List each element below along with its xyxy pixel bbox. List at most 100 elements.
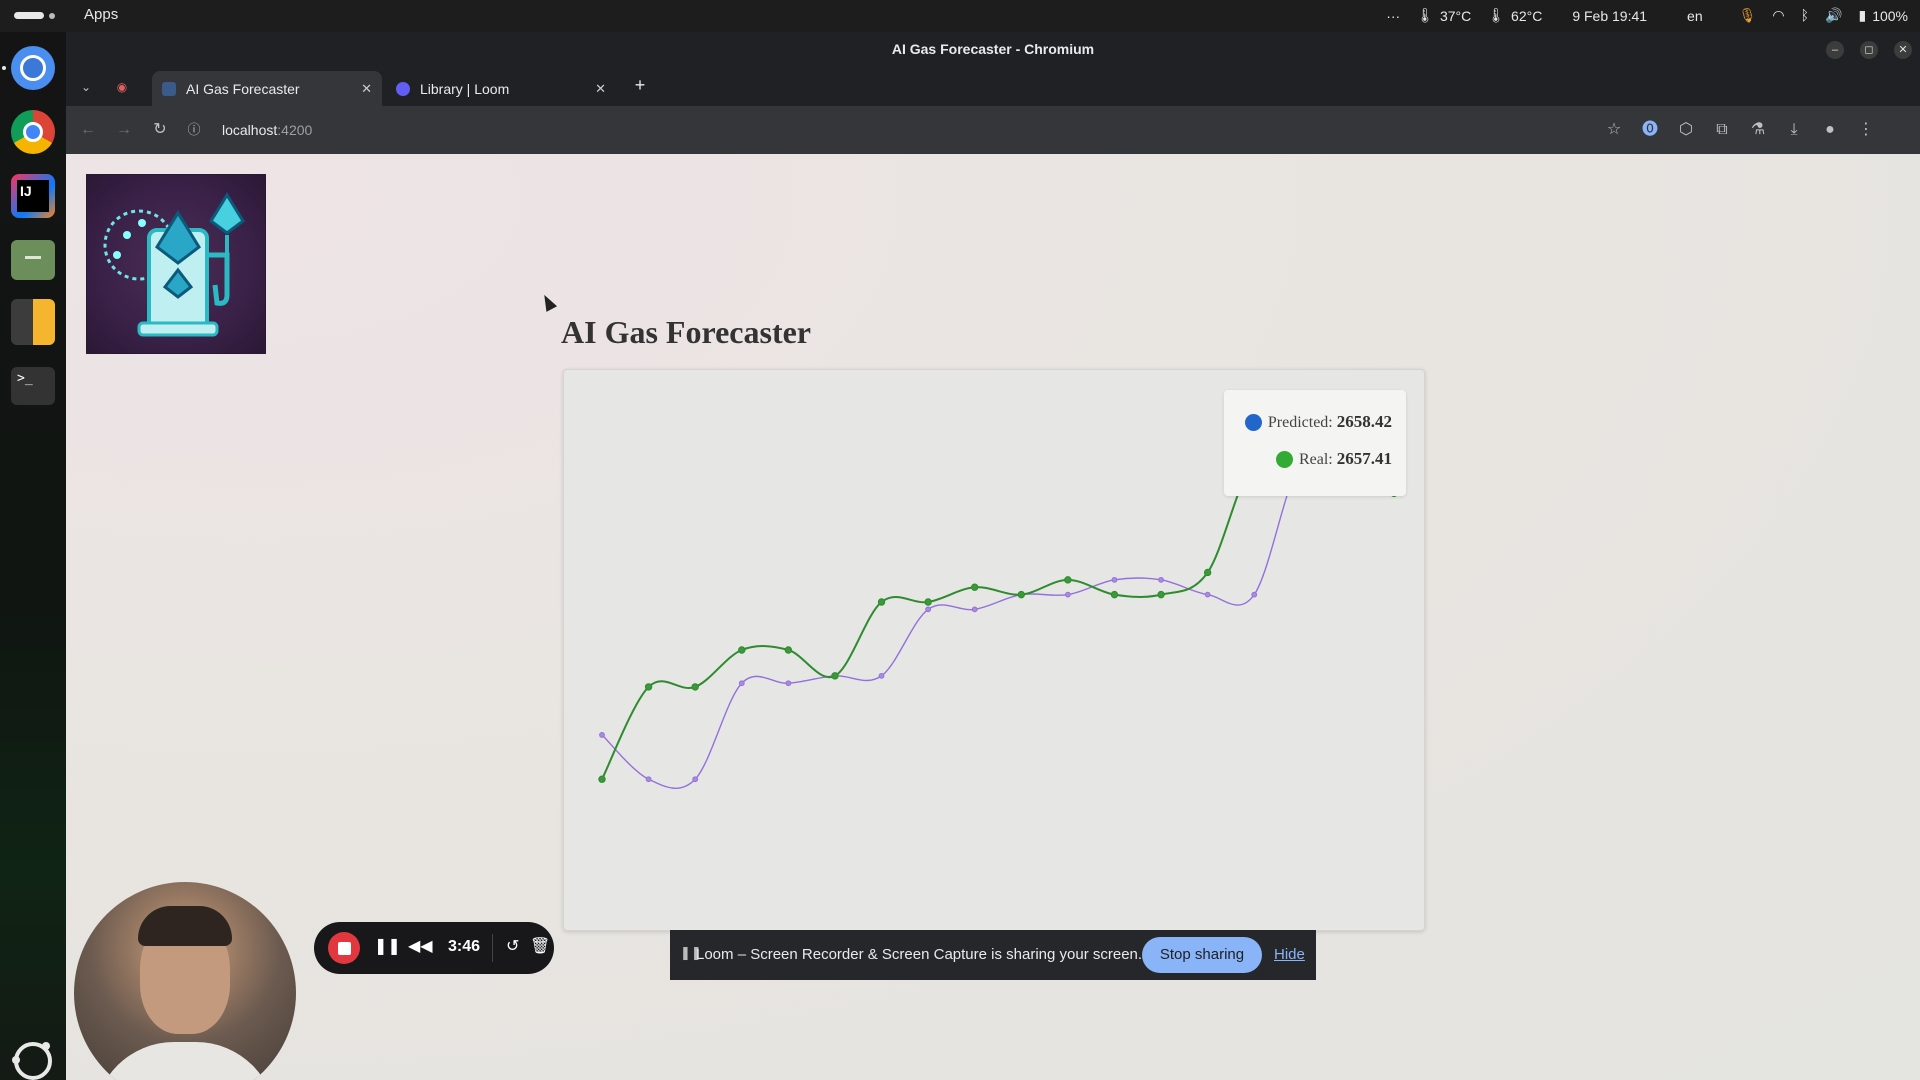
url-host: localhost [222, 122, 278, 138]
predicted-label: Predicted: [1267, 414, 1337, 431]
battery-status[interactable]: ▮ 100% [1858, 8, 1908, 24]
data-point-real-11[interactable] [1110, 590, 1119, 599]
profile-icon[interactable]: ● [1818, 118, 1842, 142]
dock-chrome[interactable] [9, 108, 57, 156]
data-point-predicted-3[interactable] [738, 680, 745, 687]
minimize-icon[interactable]: – [1826, 41, 1844, 59]
data-point-real-8[interactable] [971, 583, 979, 591]
microphone-icon[interactable]: 🎙 [1739, 8, 1757, 24]
system-tray: ··· 🌡 37°C 🌡 62°C 9 Feb 19:41 en 🎙 ◠ ᛒ 🔊 ▮… [1386, 0, 1908, 32]
activities-indicator[interactable] [14, 12, 44, 19]
loom-camera-bubble[interactable] [74, 882, 296, 1080]
forward-icon[interactable]: → [112, 118, 136, 142]
overflow-menu[interactable]: ··· [1386, 8, 1400, 24]
download-icon[interactable]: ⤓ [1782, 118, 1806, 142]
maximize-icon[interactable]: ◻ [1860, 41, 1878, 59]
data-point-real-5[interactable] [831, 672, 839, 680]
rewind-icon[interactable]: ◀◀ [408, 936, 433, 956]
tab-library-loom[interactable]: Library | Loom ✕ [386, 71, 616, 106]
data-point-real-12[interactable] [1157, 590, 1165, 599]
browser-window: AI Gas Forecaster - Chromium – ◻ ✕ ⌄ ◉ A… [66, 32, 1920, 1080]
tab-strip: ⌄ ◉ AI Gas Forecaster ✕ Library | Loom ✕… [66, 67, 1920, 106]
extension-icon[interactable]: ⬡ [1674, 118, 1698, 142]
data-point-predicted-14[interactable] [1251, 591, 1258, 598]
reload-icon[interactable]: ↻ [148, 118, 172, 142]
password-manager-icon[interactable]: ⓿ [1638, 118, 1662, 142]
wifi-icon[interactable]: ◠ [1772, 8, 1784, 24]
gas-pump-logo-icon [103, 192, 245, 337]
camera-person-shirt [94, 1042, 276, 1080]
tab-label: AI Gas Forecaster [186, 80, 300, 97]
app-logo [86, 174, 266, 354]
data-point-real-10[interactable] [1064, 576, 1072, 584]
restart-icon[interactable]: ↺ [506, 936, 519, 956]
labs-flask-icon[interactable]: ⚗ [1746, 118, 1770, 142]
data-point-predicted-0[interactable] [599, 732, 605, 738]
thermometer-icon: 🌡 [1416, 8, 1434, 24]
data-point-predicted-8[interactable] [971, 606, 978, 613]
browser-toolbar: ← → ↻ ⓘ localhost:4200 ☆ ⓿ ⬡ ⧉ ⚗ ⤓ ● ⋮ [66, 106, 1920, 154]
apps-menu[interactable]: Apps [84, 6, 118, 23]
dock-files[interactable] [9, 236, 57, 284]
dock-calculator[interactable] [9, 298, 57, 346]
bluetooth-icon[interactable]: ᛒ [1801, 8, 1809, 24]
terminal-icon: >_ [11, 367, 55, 405]
data-point-real-7[interactable] [924, 598, 932, 606]
volume-icon[interactable]: 🔊 [1825, 8, 1842, 24]
data-point-real-4[interactable] [784, 646, 793, 654]
stop-recording-button[interactable] [328, 932, 360, 964]
loom-recording-controls: ❚❚ ◀◀ 3:46 ↺ 🗑 [314, 922, 554, 974]
data-point-real-0[interactable] [598, 775, 606, 783]
menu-kebab-icon[interactable]: ⋮ [1854, 118, 1878, 142]
data-point-predicted-10[interactable] [1064, 591, 1071, 598]
forecast-chart[interactable]: Predicted: 2658.42 Real: 2657.41 [563, 369, 1425, 931]
data-point-predicted-13[interactable] [1204, 591, 1211, 598]
pause-icon[interactable]: ❚❚ [374, 936, 401, 956]
keyboard-language[interactable]: en [1687, 8, 1703, 24]
data-point-predicted-7[interactable] [925, 606, 932, 613]
loom-favicon [396, 81, 410, 96]
extensions-puzzle-icon[interactable]: ⧉ [1710, 118, 1734, 142]
dock-terminal[interactable]: >_ [9, 362, 57, 410]
dock-intellij[interactable]: IJ [9, 172, 57, 220]
dock-chromium[interactable] [9, 44, 57, 92]
data-point-real-3[interactable] [738, 646, 746, 654]
sharing-message: Loom – Screen Recorder & Screen Capture … [696, 946, 1143, 963]
clock[interactable]: 9 Feb 19:41 [1572, 8, 1647, 24]
back-icon[interactable]: ← [76, 118, 100, 142]
predicted-value: 2658.42 [1336, 412, 1392, 431]
data-point-real-2[interactable] [691, 683, 699, 691]
chrome-icon [11, 110, 55, 154]
data-point-real-1[interactable] [644, 683, 653, 691]
data-point-predicted-1[interactable] [645, 776, 652, 783]
data-point-real-9[interactable] [1017, 590, 1025, 599]
stop-icon [337, 941, 351, 955]
mouse-cursor [538, 292, 558, 312]
data-point-predicted-2[interactable] [692, 776, 699, 783]
tab-ai-gas-forecaster[interactable]: AI Gas Forecaster ✕ [152, 71, 382, 106]
delete-trash-icon[interactable]: 🗑 [530, 936, 550, 956]
data-point-predicted-4[interactable] [785, 680, 792, 687]
stop-sharing-button[interactable]: Stop sharing [1142, 937, 1262, 973]
window-title: AI Gas Forecaster - Chromium [891, 41, 1095, 57]
site-info-icon[interactable]: ⓘ [182, 118, 206, 142]
tooltip-predicted-row: Predicted: 2658.42 [1244, 412, 1392, 432]
data-point-predicted-12[interactable] [1158, 576, 1164, 583]
new-tab-icon[interactable]: + [628, 73, 652, 97]
close-tab-icon[interactable]: ✕ [595, 81, 606, 97]
close-window-icon[interactable]: ✕ [1894, 41, 1912, 59]
hide-link[interactable]: Hide [1274, 946, 1305, 963]
data-point-real-6[interactable] [877, 598, 886, 606]
close-tab-icon[interactable]: ✕ [361, 81, 372, 97]
bookmark-star-icon[interactable]: ☆ [1602, 118, 1626, 142]
chart-tooltip: Predicted: 2658.42 Real: 2657.41 [1224, 390, 1406, 496]
real-value: 2657.41 [1336, 449, 1392, 468]
show-apps-icon[interactable] [12, 1042, 52, 1080]
tab-search-chevron-icon[interactable]: ⌄ [74, 75, 98, 99]
data-point-predicted-11[interactable] [1111, 576, 1118, 583]
address-bar[interactable]: localhost:4200 [222, 117, 312, 143]
tooltip-real-row: Real: 2657.41 [1275, 449, 1392, 469]
screen-sharing-bar: ❚❚ Loom – Screen Recorder & Screen Captu… [670, 930, 1316, 980]
data-point-real-13[interactable] [1203, 568, 1212, 577]
data-point-predicted-6[interactable] [878, 672, 885, 679]
